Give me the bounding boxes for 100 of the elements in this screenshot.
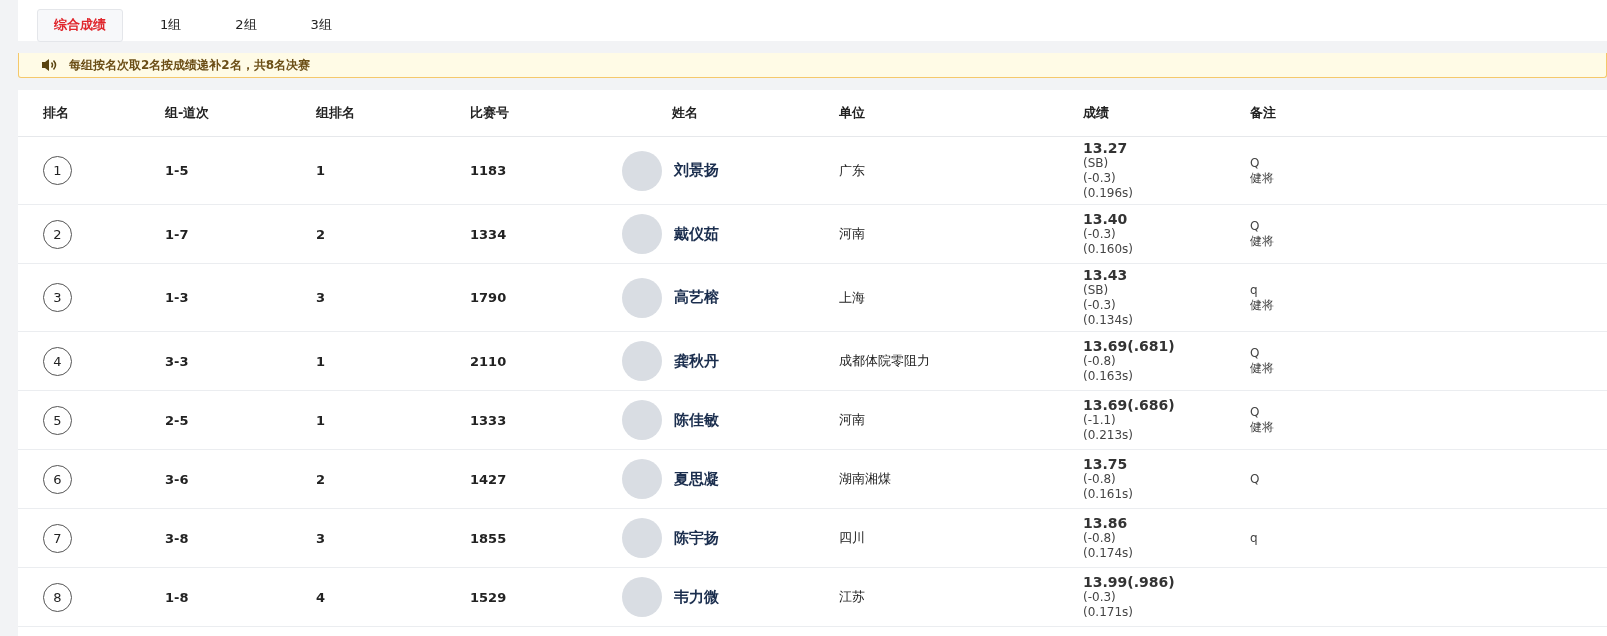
remark-text: Q (1250, 155, 1261, 171)
remark-text: 健将 (1250, 234, 1275, 249)
table-cell-text: 2-5 (164, 412, 190, 428)
result-time: 13.86 (1083, 515, 1129, 531)
result-note: (0.161s) (1083, 487, 1134, 502)
athlete-name: 刘景扬 (674, 161, 719, 180)
result-note: (0.160s) (1083, 242, 1134, 257)
result-note: (0.174s) (1083, 546, 1134, 561)
avatar-placeholder (622, 459, 662, 499)
table-cell-text: 江苏 (838, 588, 866, 606)
avatar-placeholder (622, 150, 662, 191)
column-header: 单位 (838, 104, 866, 122)
remark-text: Q (1250, 346, 1261, 361)
result-note: (0.213s) (1083, 428, 1134, 443)
athlete-name: 陈宇扬 (674, 528, 719, 548)
athlete-name: 韦力微 (674, 587, 719, 607)
result-note: (0.163s) (1083, 369, 1134, 384)
result-note: (-0.8) (1083, 354, 1117, 369)
table-cell-text: 1183 (469, 163, 508, 178)
table-cell-text: 3 (315, 290, 327, 305)
result-note: (-1.1) (1083, 413, 1117, 428)
column-header: 组排名 (315, 104, 356, 122)
column-header: 姓名 (671, 104, 699, 122)
result-time: 13.27 (1083, 140, 1129, 156)
table-cell-text: 1 (315, 163, 327, 178)
table-cell-text: 1790 (469, 290, 508, 305)
result-time: 13.99(.986) (1083, 574, 1176, 590)
remark-text: 健将 (1250, 170, 1275, 186)
table-cell-text: 1 (315, 353, 327, 369)
table-cell-text: 河南 (838, 225, 866, 243)
column-header: 成绩 (1082, 104, 1110, 122)
result-note: (-0.8) (1083, 531, 1117, 546)
table-cell-text: 3-8 (164, 530, 190, 546)
table-cell-text: 3 (315, 530, 327, 546)
avatar-placeholder (622, 577, 662, 617)
table-cell-text: 1-8 (164, 589, 190, 605)
remark-text: 健将 (1250, 361, 1275, 376)
result-note: (0.171s) (1083, 605, 1134, 620)
table-cell-text: 成都体院零阻力 (838, 352, 931, 370)
tab[interactable]: 2组 (218, 8, 274, 42)
speaker-icon (41, 58, 57, 72)
table-cell-text: 1333 (469, 412, 508, 428)
athlete-name: 戴仪茹 (674, 224, 719, 244)
result-note: (0.134s) (1083, 313, 1134, 328)
table-cell-text: 湖南湘煤 (838, 470, 892, 488)
remark-text: q (1250, 282, 1259, 298)
remark-text: Q (1250, 219, 1261, 234)
table-cell-text: 1855 (469, 530, 508, 546)
notice-text: 每组按名次取2名按成绩递补2名，共8名决赛 (69, 56, 311, 74)
result-note: (-0.3) (1083, 298, 1117, 313)
table-cell-text: 河南 (838, 411, 866, 429)
remark-text: Q (1250, 405, 1261, 420)
table-cell-text: 上海 (838, 288, 866, 307)
table-cell-text: 3-3 (164, 353, 190, 369)
result-time: 13.69(.686) (1083, 397, 1176, 413)
table-cell-text: 1334 (469, 226, 508, 242)
result-time: 13.69(.681) (1083, 338, 1176, 354)
result-time: 13.43 (1083, 267, 1129, 283)
column-header: 排名 (42, 104, 70, 122)
remark-text: Q (1250, 471, 1261, 487)
table-cell-text: 2 (315, 226, 327, 242)
result-note: (-0.3) (1083, 227, 1117, 242)
result-note: (-0.3) (1083, 590, 1117, 605)
avatar-placeholder (622, 214, 662, 254)
column-header: 组-道次 (164, 104, 211, 122)
column-header: 备注 (1249, 104, 1277, 122)
result-note: (-0.3) (1083, 171, 1117, 186)
remark-text: 健将 (1250, 420, 1275, 435)
avatar-placeholder (622, 518, 662, 558)
table-cell-text: 2110 (469, 353, 508, 369)
result-note: (0.196s) (1083, 186, 1134, 201)
table-cell-text: 1-3 (164, 290, 190, 305)
table-cell-text: 2 (315, 471, 327, 487)
table-cell-text: 四川 (838, 529, 866, 547)
athlete-name: 龚秋丹 (674, 351, 719, 371)
avatar-placeholder (622, 341, 662, 381)
table-cell-text: 广东 (838, 161, 866, 180)
table-cell-text: 1-5 (164, 163, 190, 178)
athlete-name: 高艺榕 (674, 288, 719, 307)
table-cell-text: 1529 (469, 589, 508, 605)
avatar-placeholder (622, 277, 662, 318)
tab[interactable]: 综合成绩 (37, 8, 123, 42)
athlete-name: 陈佳敏 (674, 410, 719, 430)
result-time: 13.75 (1083, 456, 1129, 472)
table-cell-text: 1427 (469, 471, 508, 487)
athlete-name: 夏思凝 (674, 469, 719, 489)
result-note: (-0.8) (1083, 472, 1117, 487)
table-cell-text: 1-7 (164, 226, 190, 242)
avatar-placeholder (622, 400, 662, 440)
table-cell-text: 3-6 (164, 471, 190, 487)
remark-text: 健将 (1250, 297, 1275, 313)
tab[interactable]: 3组 (293, 8, 349, 42)
remark-text: q (1250, 530, 1259, 546)
result-time: 13.40 (1083, 211, 1129, 227)
tab[interactable]: 1组 (143, 8, 199, 42)
result-note: (SB) (1083, 156, 1110, 171)
table-cell-text: 4 (315, 589, 327, 605)
result-note: (SB) (1083, 283, 1110, 298)
table-cell-text: 1 (315, 412, 327, 428)
column-header: 比赛号 (469, 104, 510, 122)
